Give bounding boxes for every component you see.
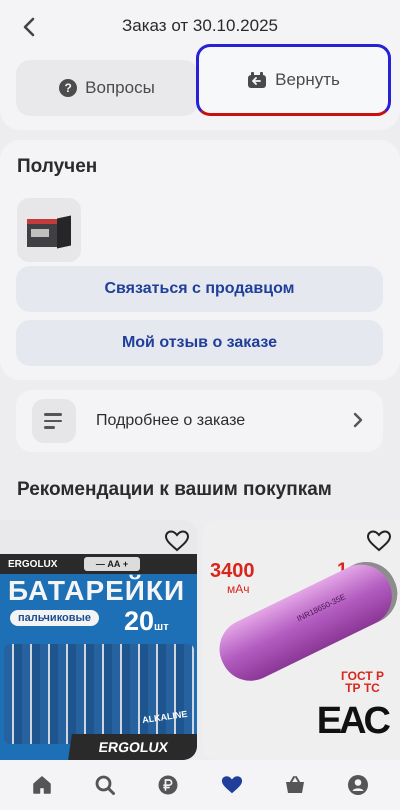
order-status: Получен: [17, 156, 98, 177]
heart-icon: [221, 776, 242, 794]
page-title: Заказ от 30.10.2025: [122, 16, 278, 35]
return-label: Вернуть: [275, 70, 340, 89]
home-icon: [32, 776, 51, 794]
tab-home[interactable]: [24, 767, 60, 803]
eac-mark: EAC: [316, 700, 391, 742]
search-icon: [95, 775, 115, 795]
order-details-label: Подробнее о заказе: [96, 412, 246, 429]
list-icon: [32, 399, 76, 443]
my-review-button[interactable]: Мой отзыв о заказе: [16, 320, 383, 366]
tab-search[interactable]: [87, 767, 123, 803]
chevron-right-icon: [353, 412, 363, 428]
return-button[interactable]: Вернуть: [196, 44, 391, 116]
questions-button[interactable]: ? Вопросы: [16, 60, 198, 116]
bottom-tab-bar: [0, 760, 400, 810]
tab-profile[interactable]: [340, 767, 376, 803]
pack-subtitle: пальчиковые: [10, 610, 100, 626]
recommendations-title: Рекомендации к вашим покупкам: [17, 479, 332, 500]
pack-count: 20: [124, 606, 155, 636]
battery-pack-image: ERGOLUX — АА + БАТАРЕЙКИ пальчиковые 20ш…: [0, 554, 197, 760]
profile-icon: [348, 775, 369, 795]
tab-favorites[interactable]: [214, 767, 250, 803]
ruble-coin-icon: [158, 775, 178, 795]
cart-icon: [285, 776, 304, 793]
pack-size-label: — АА +: [84, 557, 140, 571]
contact-seller-button[interactable]: Связаться с продавцом: [16, 266, 383, 312]
order-actions: ? Вопросы Вернуть: [0, 44, 400, 130]
certification-label: ГОСТ Р ТР ТС: [341, 670, 384, 694]
questions-label: Вопросы: [85, 78, 155, 97]
pack-headline: БАТАРЕЙКИ: [8, 575, 186, 606]
order-status-card: Получен Связаться с продавцом Мой отзыв …: [0, 140, 400, 380]
battery-cells: [4, 644, 194, 744]
pack-count-unit: шт: [154, 621, 169, 633]
product-image: [27, 213, 71, 249]
cert-line-2: ТР ТС: [345, 681, 380, 695]
return-box-icon: [248, 72, 267, 88]
pack-brand-bottom: ERGOLUX: [68, 734, 197, 760]
capacity-value: 3400: [210, 560, 255, 582]
tab-cart[interactable]: [277, 767, 313, 803]
pack-brand-top: ERGOLUX: [8, 559, 58, 570]
recommendation-card[interactable]: 3400 мАч 1 шт INR18650-35E ГОСТ Р ТР ТС …: [203, 520, 400, 760]
tab-balance[interactable]: [150, 767, 186, 803]
capacity-unit: мАч: [227, 582, 250, 596]
order-details-row[interactable]: Подробнее о заказе: [16, 390, 383, 452]
recommendation-card[interactable]: ERGOLUX — АА + БАТАРЕЙКИ пальчиковые 20ш…: [0, 520, 197, 760]
favorite-heart-icon[interactable]: [164, 528, 190, 554]
order-product-thumbnail[interactable]: [17, 198, 81, 262]
question-circle-icon: ?: [59, 79, 78, 97]
cell-print: INR18650-35E: [295, 592, 347, 624]
favorite-heart-icon[interactable]: [366, 528, 392, 554]
